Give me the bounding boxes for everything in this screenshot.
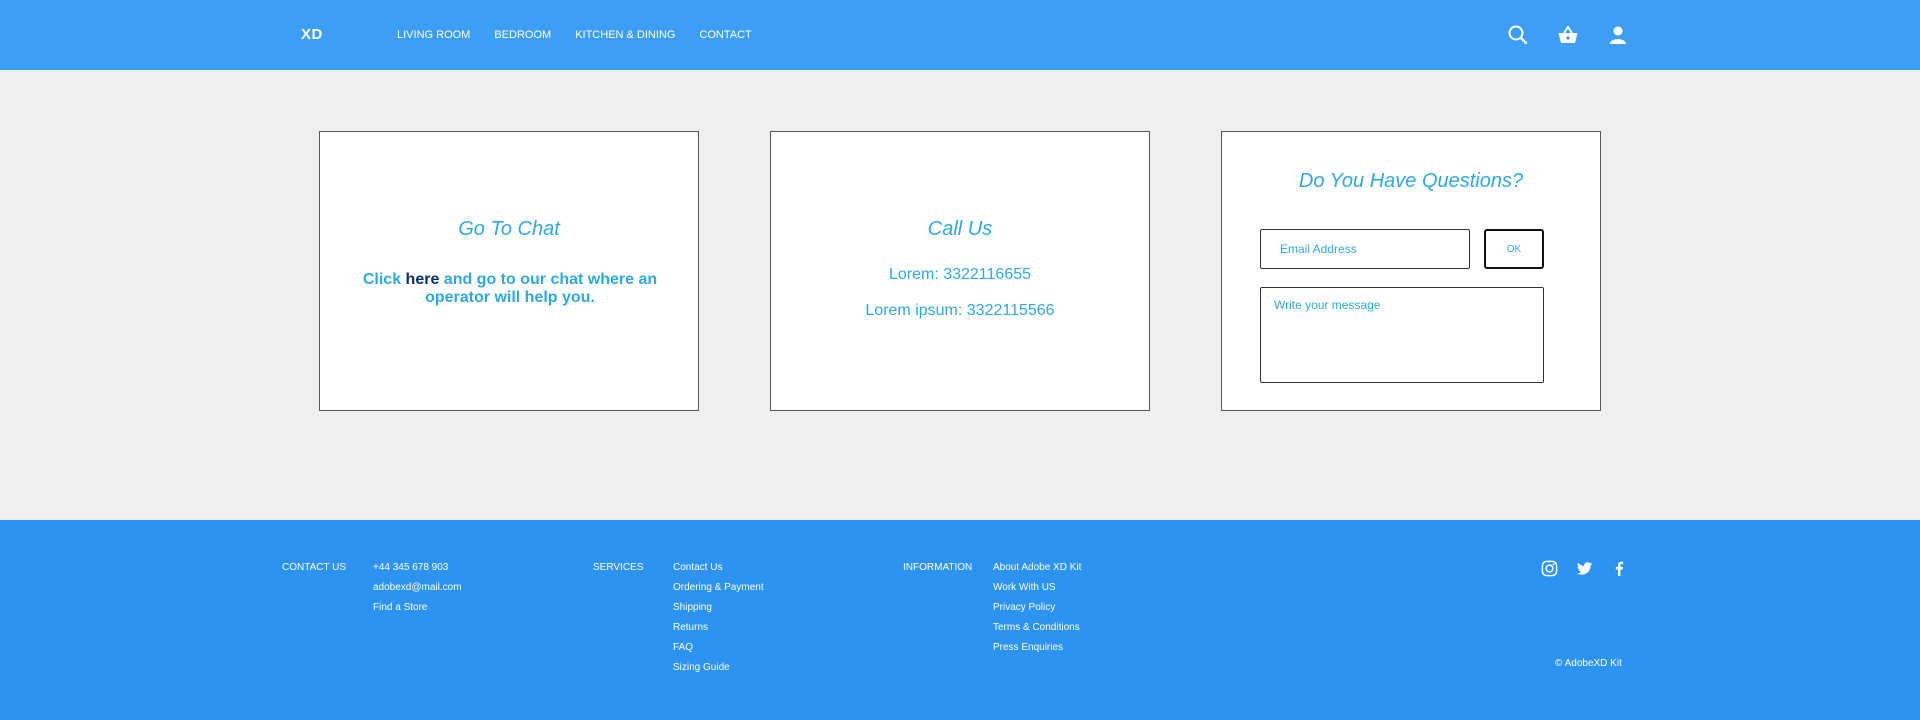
ok-button[interactable]: OK: [1484, 229, 1544, 269]
footer-contact-email[interactable]: adobexd@mail.com: [373, 582, 462, 602]
call-card: Call Us Lorem: 3322116655 Lorem ipsum: 3…: [770, 131, 1150, 411]
site-header: XD LIVING ROOM BEDROOM KITCHEN & DINING …: [0, 0, 1920, 70]
footer-link[interactable]: About Adobe XD Kit: [993, 562, 1081, 582]
main-nav: LIVING ROOM BEDROOM KITCHEN & DINING CON…: [397, 29, 776, 41]
footer-link[interactable]: Privacy Policy: [993, 602, 1081, 622]
call-card-title: Call Us: [927, 218, 993, 240]
email-field[interactable]: [1260, 229, 1470, 269]
footer-link[interactable]: Work With US: [993, 582, 1081, 602]
nav-living-room[interactable]: LIVING ROOM: [397, 29, 470, 41]
chat-text-before: Click: [362, 271, 406, 288]
footer-contact-phone[interactable]: +44 345 678 903: [373, 562, 462, 582]
chat-here-link[interactable]: here: [406, 271, 440, 288]
questions-card-title: Do You Have Questions?: [1298, 170, 1524, 192]
instagram-icon[interactable]: [1541, 560, 1558, 577]
footer-contact-list: +44 345 678 903 adobexd@mail.com Find a …: [373, 562, 462, 622]
nav-bedroom[interactable]: BEDROOM: [494, 29, 551, 41]
footer-link[interactable]: Terms & Conditions: [993, 622, 1081, 642]
nav-contact[interactable]: CONTACT: [699, 29, 751, 41]
logo[interactable]: XD: [301, 26, 323, 43]
footer-information-heading: INFORMATION: [903, 562, 973, 573]
twitter-icon[interactable]: [1576, 560, 1593, 577]
header-actions: [1507, 24, 1629, 46]
questions-card: Do You Have Questions? OK: [1221, 131, 1601, 411]
footer-find-store-link[interactable]: Find a Store: [373, 602, 462, 622]
footer-link[interactable]: Shipping: [673, 602, 764, 622]
nav-kitchen-dining[interactable]: KITCHEN & DINING: [575, 29, 675, 41]
footer-link[interactable]: Returns: [673, 622, 764, 642]
message-field[interactable]: [1260, 287, 1544, 383]
chat-text-after: and go to our chat where an operator wil…: [425, 271, 658, 306]
user-icon[interactable]: [1607, 24, 1629, 46]
chat-card: Go To Chat Click here and go to our chat…: [319, 131, 699, 411]
footer-services-heading: SERVICES: [593, 562, 644, 573]
site-footer: CONTACT US +44 345 678 903 adobexd@mail.…: [0, 520, 1920, 720]
basket-icon[interactable]: [1557, 24, 1579, 46]
social-links: [1541, 560, 1628, 577]
footer-information-list: About Adobe XD Kit Work With US Privacy …: [993, 562, 1081, 662]
footer-link[interactable]: Ordering & Payment: [673, 582, 764, 602]
footer-link[interactable]: Contact Us: [673, 562, 764, 582]
search-icon[interactable]: [1507, 24, 1529, 46]
chat-card-text: Click here and go to our chat where an o…: [360, 271, 660, 307]
footer-link[interactable]: Press Enquiries: [993, 642, 1081, 662]
footer-services-list: Contact Us Ordering & Payment Shipping R…: [673, 562, 764, 682]
footer-link[interactable]: FAQ: [673, 642, 764, 662]
copyright-text: © AdobeXD Kit: [1555, 658, 1622, 669]
phone-number-1: Lorem: 3322116655: [888, 266, 1032, 283]
facebook-icon[interactable]: [1611, 560, 1628, 577]
footer-contact-heading: CONTACT US: [282, 562, 347, 573]
chat-card-title: Go To Chat: [458, 218, 560, 240]
phone-number-2: Lorem ipsum: 3322115566: [865, 302, 1055, 319]
footer-link[interactable]: Sizing Guide: [673, 662, 764, 682]
